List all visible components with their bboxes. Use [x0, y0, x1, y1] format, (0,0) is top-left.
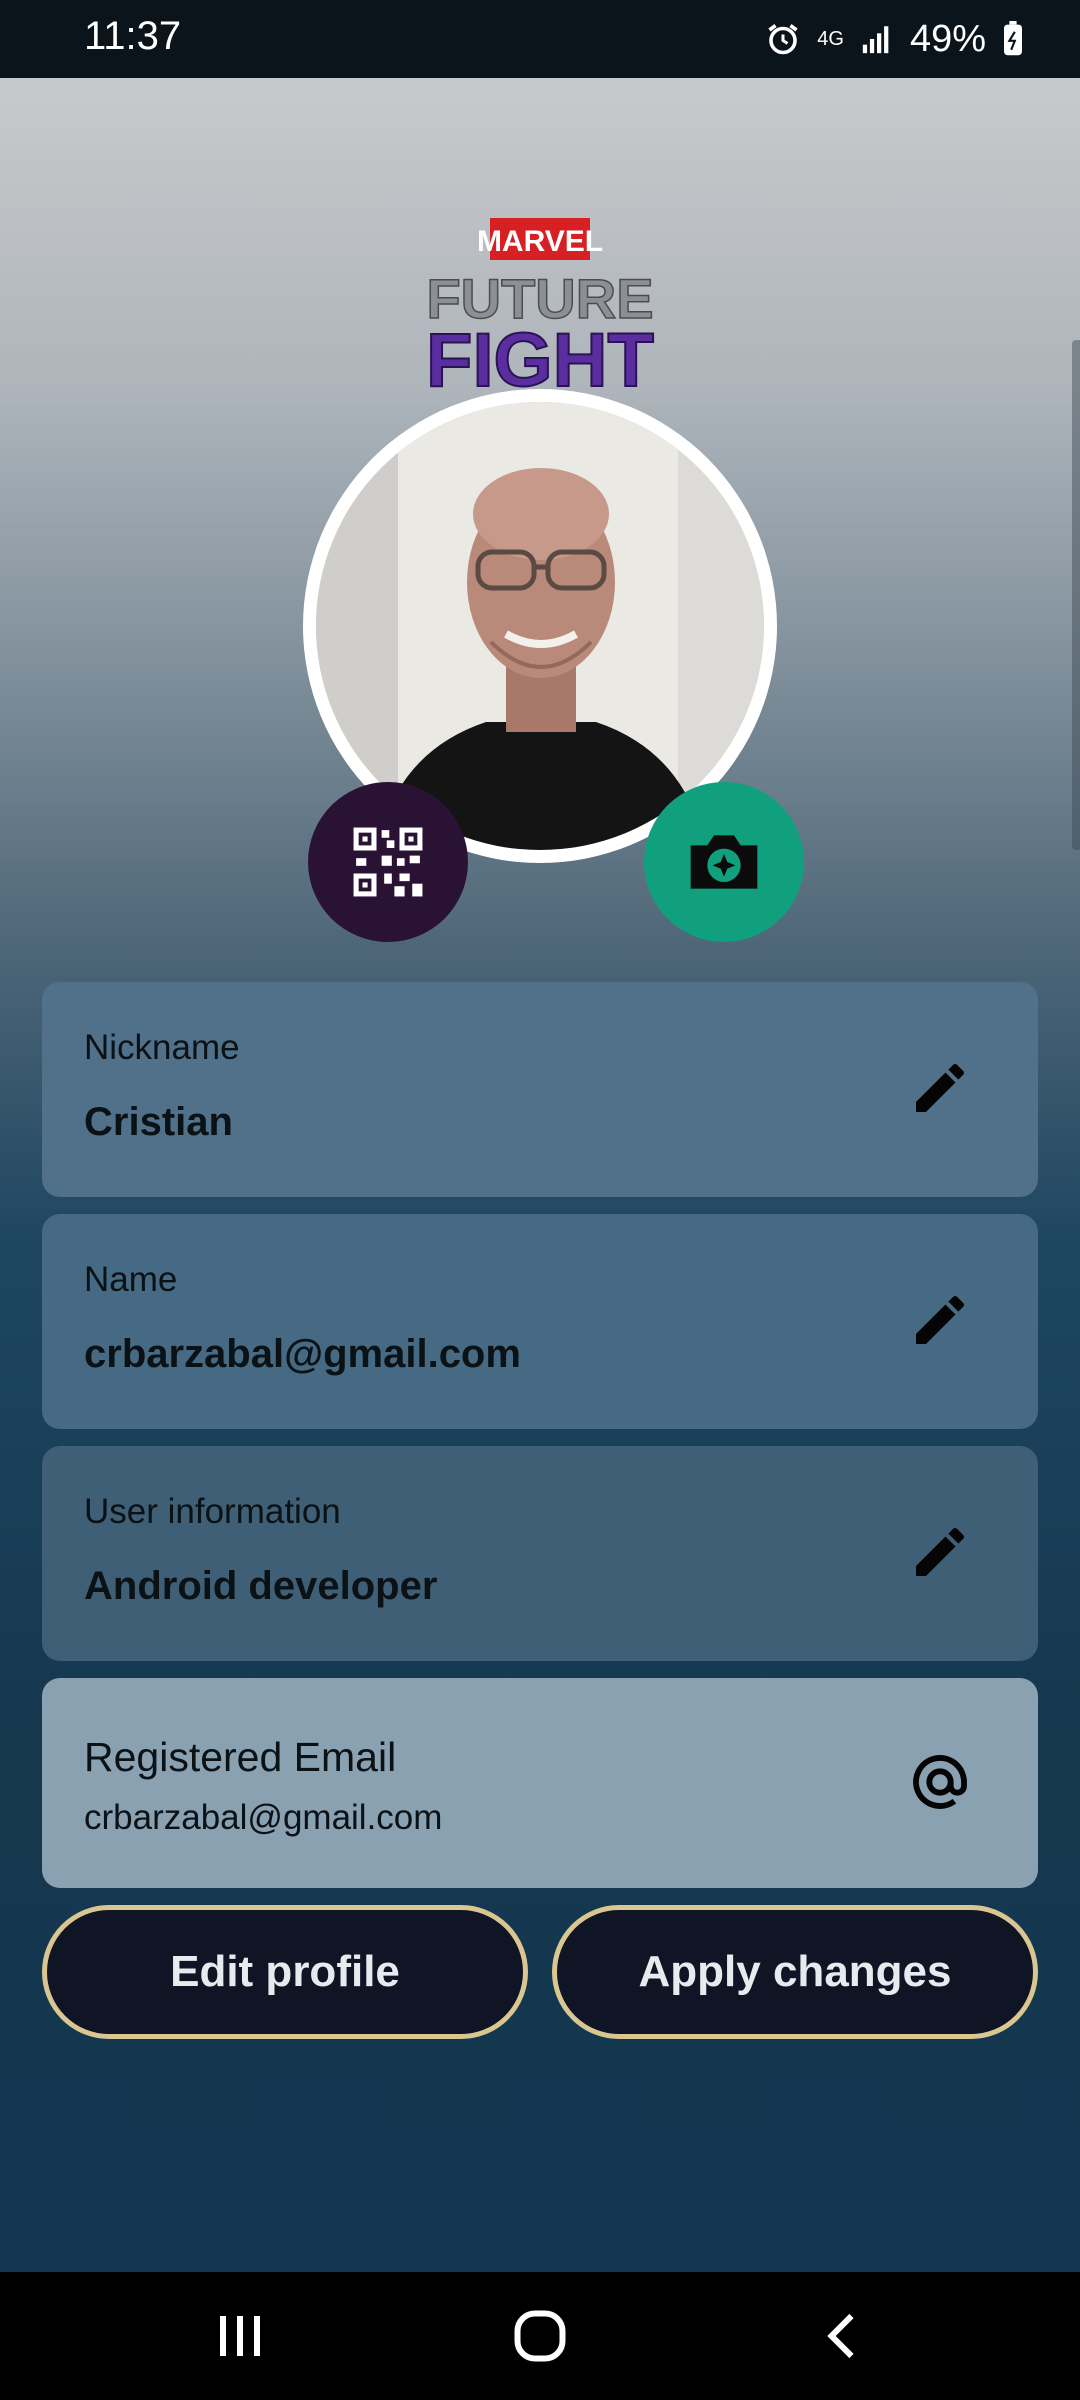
edit-nickname-pencil-icon[interactable]	[908, 1056, 972, 1120]
at-sign-icon	[913, 1755, 967, 1809]
profile-screen: MARVEL FUTURE FIGHT Nickname Cristian Na…	[0, 78, 1080, 2272]
edit-name-pencil-icon[interactable]	[908, 1288, 972, 1352]
svg-text:MARVEL: MARVEL	[477, 225, 603, 258]
qr-code-icon	[351, 825, 425, 899]
registered-email-value: crbarzabal@gmail.com	[84, 1798, 443, 1837]
edit-user-information-pencil-icon[interactable]	[908, 1520, 972, 1584]
apply-changes-button[interactable]: Apply changes	[552, 1905, 1038, 2039]
camera-button[interactable]	[644, 782, 804, 942]
edit-profile-button[interactable]: Edit profile	[42, 1905, 528, 2039]
qr-code-button[interactable]	[308, 782, 468, 942]
user-information-card: User information Android developer	[42, 1446, 1038, 1661]
scrollbar[interactable]	[1072, 340, 1080, 850]
registered-email-label: Registered Email	[84, 1734, 397, 1780]
user-information-label: User information	[84, 1492, 341, 1531]
home-icon[interactable]	[510, 2306, 570, 2366]
name-label: Name	[84, 1260, 178, 1299]
camera-icon	[690, 835, 758, 889]
status-time: 11:37	[84, 14, 182, 58]
status-icons: 4G 49%	[765, 14, 1024, 64]
signal-icon	[862, 26, 889, 54]
battery-percent: 49%	[909, 17, 986, 60]
network-type-icon: 4G	[817, 28, 844, 50]
system-navigation-bar	[0, 2272, 1080, 2400]
back-icon[interactable]	[814, 2306, 874, 2366]
name-value: crbarzabal@gmail.com	[84, 1332, 521, 1376]
user-information-value: Android developer	[84, 1564, 438, 1608]
name-card: Name crbarzabal@gmail.com	[42, 1214, 1038, 1429]
alarm-icon	[768, 24, 798, 55]
nickname-value: Cristian	[84, 1100, 233, 1144]
status-bar: 11:37 4G 49%	[0, 0, 1080, 78]
recent-apps-icon[interactable]	[210, 2306, 270, 2366]
nickname-label: Nickname	[84, 1028, 240, 1067]
nickname-card: Nickname Cristian	[42, 982, 1038, 1197]
registered-email-card: Registered Email crbarzabal@gmail.com	[42, 1678, 1038, 1888]
battery-icon	[1004, 21, 1022, 56]
